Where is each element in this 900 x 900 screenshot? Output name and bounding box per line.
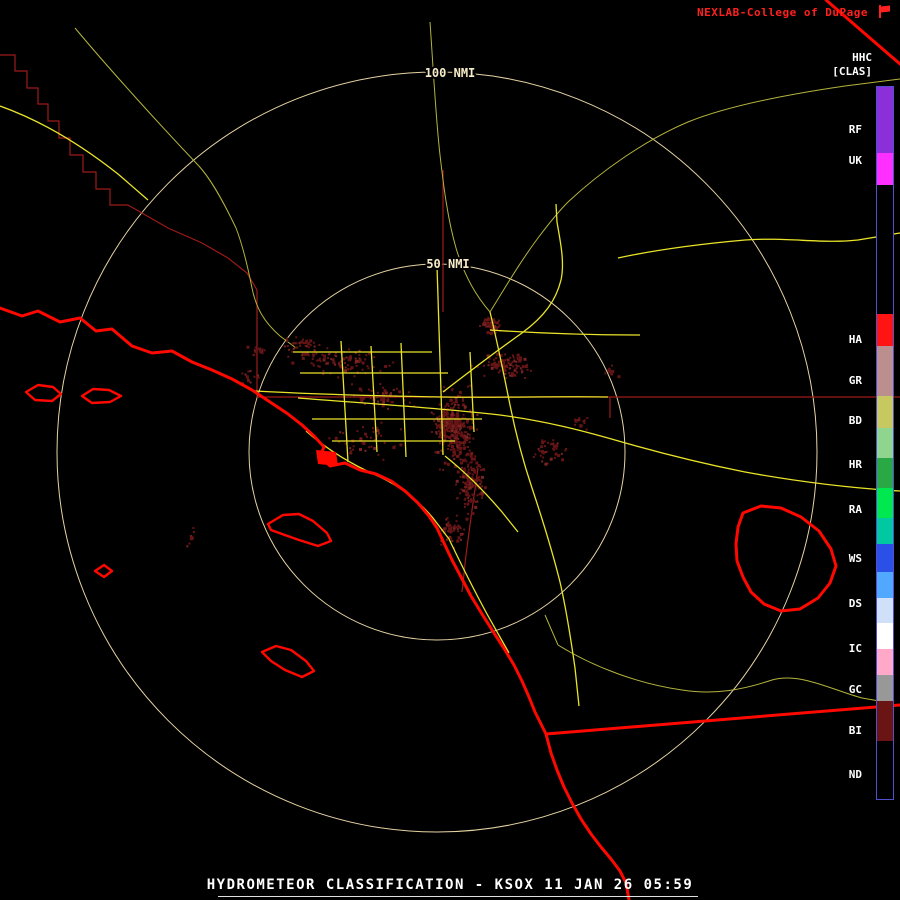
brand-text: NEXLAB-College of DuPage — [697, 6, 868, 19]
road-line — [371, 346, 377, 452]
colorbar-segment-ws-light — [877, 572, 893, 598]
colorbar-segment-hr-light — [877, 428, 893, 458]
radar-map: 50 NMI 100 NMI — [0, 0, 900, 900]
product-title: HYDROMETEOR CLASSIFICATION - KSOX 11 JAN… — [0, 877, 900, 893]
legend-label-bd: BD — [849, 414, 862, 428]
colorbar-segment-gr — [877, 346, 893, 396]
colorbar-segment-rf — [877, 87, 893, 153]
legend-label-uk: UK — [849, 154, 862, 168]
road-line — [401, 343, 406, 457]
colorbar-segment-ic — [877, 623, 893, 649]
legend-label-nd: ND — [849, 768, 862, 782]
road-line — [0, 106, 148, 200]
legend-label-hr: HR — [849, 458, 862, 472]
river-line — [545, 615, 558, 645]
river-line — [75, 28, 296, 348]
radar-screen: 50 NMI 100 NMI NEXLAB-College of DuPage … — [0, 0, 900, 900]
island-outline — [95, 565, 112, 577]
road-line — [298, 398, 900, 491]
colorbar-segment-uk — [877, 153, 893, 185]
footer-underline — [218, 896, 698, 897]
legend-label-ra: RA — [849, 503, 862, 517]
legend-label-gc: GC — [849, 683, 862, 697]
road-line — [306, 431, 449, 539]
colorbar-segment-gap — [877, 185, 893, 315]
colorbar-segment-ds — [877, 598, 893, 624]
colorbar-segment-bd — [877, 396, 893, 428]
colorbar-segment-nd — [877, 741, 893, 799]
road-line — [618, 233, 900, 258]
colorbar-segment-ic-pink — [877, 649, 893, 675]
island-outline — [262, 646, 314, 677]
legend-label-ic: IC — [849, 642, 862, 656]
road-line — [449, 539, 509, 653]
ring-labels: 50 NMI 100 NMI — [425, 66, 476, 271]
coast-red-patch — [316, 450, 338, 466]
legend-label-gr: GR — [849, 374, 862, 388]
legend-label-ws: WS — [849, 552, 862, 566]
colorbar-segment-bi — [877, 701, 893, 741]
river-line — [558, 645, 885, 702]
colorbar-segment-ha — [877, 314, 893, 346]
county-border-line — [0, 55, 128, 205]
ring-label-50nmi: 50 NMI — [426, 257, 469, 271]
colorbar-segment-ra-teal — [877, 518, 893, 544]
island-outline — [26, 385, 61, 401]
legend-label-ds: DS — [849, 597, 862, 611]
international-border — [546, 705, 900, 734]
island-outline — [82, 389, 121, 403]
road-line — [490, 330, 640, 335]
coastline-south — [546, 734, 629, 900]
island-outline — [268, 514, 331, 546]
legend-colorbar — [876, 86, 894, 800]
rivers-layer — [75, 22, 900, 702]
colorbar-segment-hr — [877, 458, 893, 488]
cod-logo-icon — [876, 3, 892, 19]
legend-title: HHC — [852, 51, 872, 64]
roads-layer — [0, 106, 900, 706]
legend-label-ha: HA — [849, 333, 862, 347]
county-borders-layer — [0, 55, 900, 592]
colorbar-segment-ra — [877, 488, 893, 518]
river-line — [490, 79, 900, 312]
road-line — [255, 391, 608, 397]
legend-label-rf: RF — [849, 123, 862, 137]
legend-label-bi: BI — [849, 724, 862, 738]
lake-outline — [736, 506, 836, 611]
colorbar-segment-gc — [877, 675, 893, 701]
colorbar-segment-ws — [877, 544, 893, 572]
legend-subtitle: [CLAS] — [832, 65, 872, 78]
ring-label-100nmi: 100 NMI — [425, 66, 476, 80]
